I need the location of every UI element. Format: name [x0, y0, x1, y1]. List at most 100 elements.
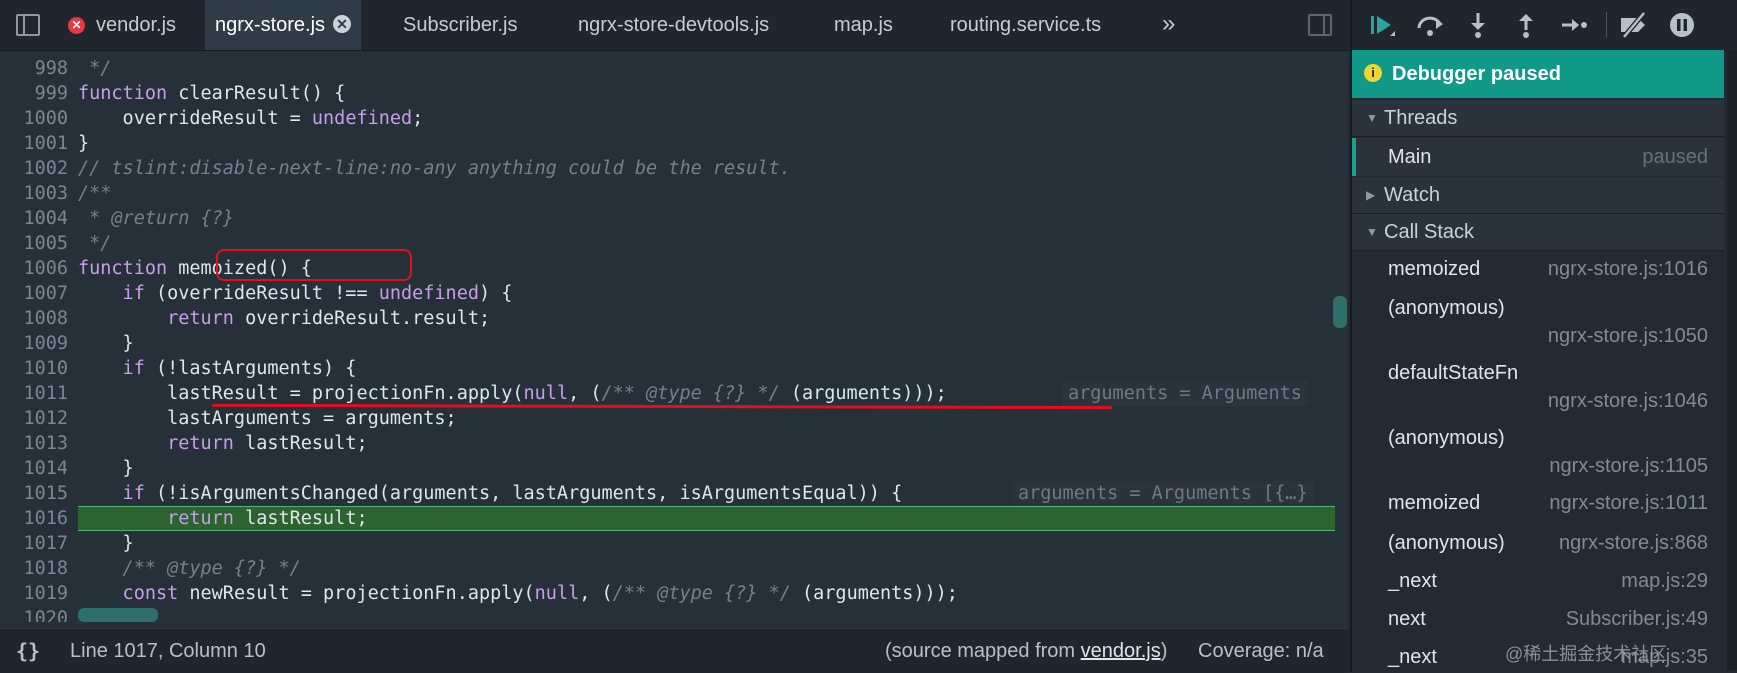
call-frame[interactable]: (anonymous) ngrx-store.js:1105 — [1352, 427, 1724, 487]
tab-routing-service-ts[interactable]: routing.service.ts — [950, 0, 1101, 50]
inline-value[interactable]: arguments = Arguments [{…} — [1012, 481, 1314, 506]
line-number[interactable]: 1009 — [0, 331, 68, 356]
call-frame[interactable]: memoized ngrx-store.js:1016 — [1352, 258, 1724, 288]
line-number[interactable]: 1014 — [0, 456, 68, 481]
toggle-debugger-icon[interactable] — [1308, 14, 1332, 36]
resume-icon[interactable] — [1366, 10, 1398, 40]
code-text: , ( — [568, 383, 602, 404]
frame-function: (anonymous) — [1388, 427, 1505, 449]
pause-on-exceptions-icon[interactable] — [1666, 10, 1698, 40]
step-over-icon[interactable] — [1414, 10, 1446, 40]
call-frame[interactable]: _next map.js:29 — [1352, 570, 1724, 600]
call-frame[interactable]: memoized ngrx-store.js:1011 — [1352, 492, 1724, 522]
source-map-link[interactable]: vendor.js — [1081, 640, 1161, 662]
keyword: function — [78, 258, 168, 279]
tab-map-js[interactable]: map.js — [834, 0, 893, 50]
code-text: } — [78, 133, 90, 154]
code-comment: /** @type {?} */ — [612, 583, 791, 604]
code-text: } — [78, 458, 134, 479]
watch-section-header[interactable]: ▶ Watch — [1352, 177, 1724, 214]
code-line: 1001} — [0, 131, 1335, 156]
code-text: */ — [78, 58, 112, 79]
line-number[interactable]: 1019 — [0, 581, 68, 606]
code-comment: /** — [78, 183, 112, 204]
debugger-toolbar — [1352, 0, 1737, 51]
line-number[interactable]: 1011 — [0, 381, 68, 406]
line-number[interactable]: 1002 — [0, 156, 68, 181]
more-tabs-icon[interactable]: » — [1162, 0, 1175, 50]
watermark: @稀土掘金技术社区 — [1505, 644, 1668, 664]
keyword: if — [78, 483, 145, 504]
keyword: return — [78, 508, 234, 529]
code-line: 1002 // tslint:disable-next-line:no-any a… — [0, 156, 1335, 181]
code-comment: */ — [78, 233, 112, 254]
code-line: 1010 if (!lastArguments) { — [0, 356, 1335, 381]
code-text: overrideResult = — [78, 108, 312, 129]
line-number[interactable]: 1005 — [0, 231, 68, 256]
code-comment: // tslint:disable-next-line:no-any anyth… — [78, 158, 791, 179]
line-number[interactable]: 998 — [0, 56, 68, 81]
annotation-box-memoized — [216, 249, 412, 281]
line-number[interactable]: 1010 — [0, 356, 68, 381]
toggle-navigator-icon[interactable] — [16, 14, 40, 36]
frame-function: (anonymous) — [1388, 297, 1505, 319]
vertical-scrollbar-thumb[interactable] — [1333, 296, 1347, 328]
step-out-icon[interactable] — [1510, 10, 1542, 40]
call-frame[interactable]: (anonymous) ngrx-store.js:1050 — [1352, 297, 1724, 357]
line-number[interactable]: 999 — [0, 81, 68, 106]
line-number[interactable]: 1001 — [0, 131, 68, 156]
line-number[interactable]: 1007 — [0, 281, 68, 306]
threads-section-header[interactable]: ▼ Threads — [1352, 100, 1724, 137]
deactivate-breakpoints-icon[interactable] — [1618, 10, 1650, 40]
pretty-print-icon[interactable]: {} — [16, 631, 40, 671]
code-area[interactable]: 998 */ 999 function clearResult() { 1000 … — [0, 50, 1335, 622]
inline-value[interactable]: arguments = Arguments — [1062, 381, 1308, 406]
error-icon: ✕ — [68, 17, 85, 34]
code-comment: /** @type {?} */ — [601, 383, 780, 404]
tab-subscriber-js[interactable]: Subscriber.js — [403, 0, 518, 50]
horizontal-scrollbar-thumb[interactable] — [78, 608, 158, 622]
tab-vendor-js[interactable]: vendor.js — [96, 0, 176, 50]
thread-status: paused — [1642, 146, 1708, 168]
thread-item-main[interactable]: Main paused — [1352, 138, 1724, 176]
code-text: lastArguments = arguments; — [78, 408, 457, 429]
line-number[interactable]: 1008 — [0, 306, 68, 331]
line-number[interactable]: 1013 — [0, 431, 68, 456]
code-comment: /** @type {?} */ — [78, 558, 301, 579]
tab-ngrx-store-js[interactable]: ngrx-store.js ✕ — [205, 0, 362, 50]
call-frame[interactable]: (anonymous) ngrx-store.js:868 — [1352, 532, 1724, 562]
code-text: } — [78, 533, 134, 554]
tab-ngrx-store-devtools-js[interactable]: ngrx-store-devtools.js — [578, 0, 769, 50]
frame-function: _next — [1388, 570, 1437, 592]
line-number[interactable]: 1015 — [0, 481, 68, 506]
code-comment: * @return {?} — [78, 208, 234, 229]
call-stack-section-header[interactable]: ▼ Call Stack — [1352, 214, 1724, 251]
step-into-icon[interactable] — [1462, 10, 1494, 40]
paused-execution-line: 1016 return lastResult; — [0, 506, 1335, 531]
threads-label: Threads — [1384, 107, 1458, 129]
code-text: newResult = projectionFn.apply( — [178, 583, 535, 604]
line-number[interactable]: 1017 — [0, 531, 68, 556]
line-number[interactable]: 1016 — [0, 506, 68, 531]
code-line: 998 */ — [0, 56, 1335, 81]
call-frame[interactable]: next Subscriber.js:49 — [1352, 608, 1724, 638]
step-icon[interactable] — [1558, 10, 1590, 40]
source-editor: ✕ vendor.js ngrx-store.js ✕ Subscriber.js… — [0, 0, 1348, 673]
close-tab-icon[interactable]: ✕ — [333, 15, 352, 33]
coverage-status: Coverage: n/a — [1198, 640, 1324, 662]
sidebar-scrollbar[interactable] — [1727, 50, 1737, 670]
line-number[interactable]: 1012 — [0, 406, 68, 431]
tab-label: ngrx-store.js — [215, 14, 326, 36]
frame-function: _next — [1388, 646, 1437, 668]
line-number[interactable]: 1004 — [0, 206, 68, 231]
code-text: lastResult = projectionFn.apply( — [78, 383, 524, 404]
code-text: , ( — [579, 583, 613, 604]
line-number[interactable]: 1000 — [0, 106, 68, 131]
thread-name: Main — [1388, 146, 1432, 168]
line-number[interactable]: 1020 — [0, 606, 68, 622]
line-number[interactable]: 1018 — [0, 556, 68, 581]
call-frame[interactable]: defaultStateFn ngrx-store.js:1046 — [1352, 362, 1724, 422]
line-number[interactable]: 1003 — [0, 181, 68, 206]
line-number[interactable]: 1006 — [0, 256, 68, 281]
code-text: lastResult; — [233, 433, 368, 454]
